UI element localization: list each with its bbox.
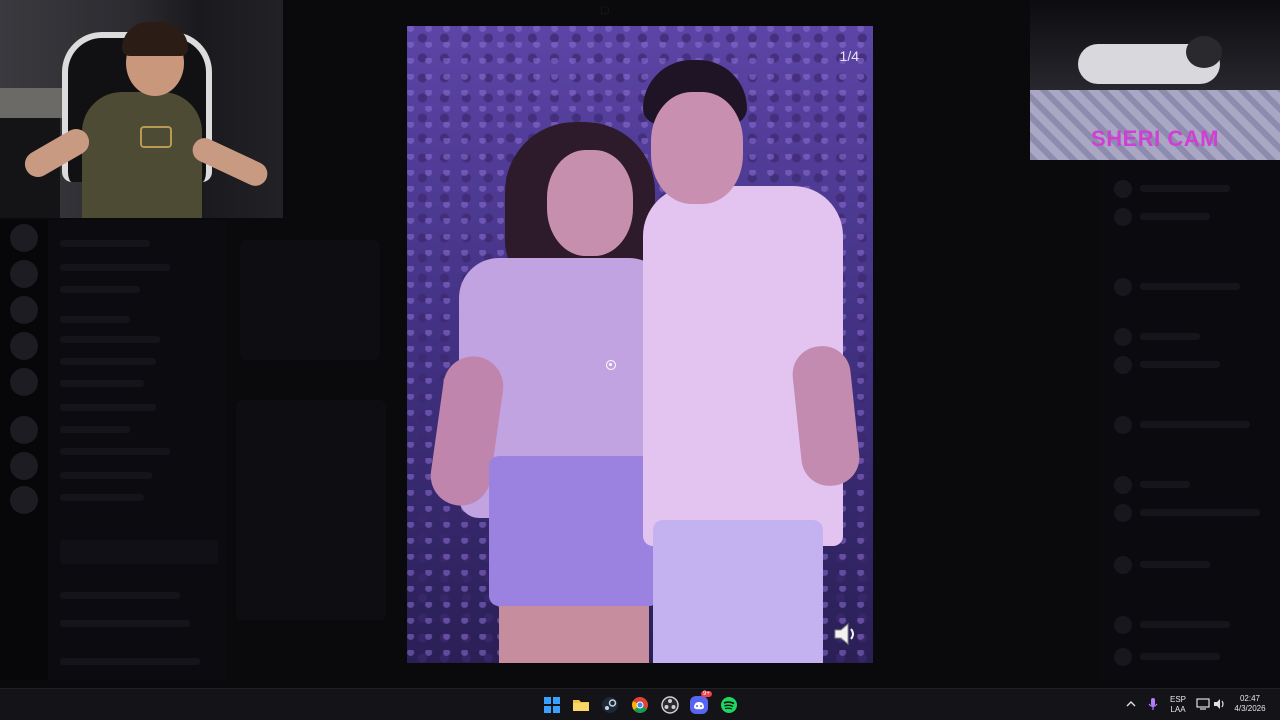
channel-row-blur — [60, 286, 140, 293]
network-icon[interactable] — [1196, 697, 1210, 711]
image-counter: 1/4 — [839, 48, 859, 64]
photo-person-woman — [489, 456, 659, 606]
window-title: ▢ — [600, 5, 610, 16]
volume-icon[interactable] — [829, 618, 861, 650]
discord-badge: 9+ — [701, 691, 712, 697]
spotify-icon[interactable] — [719, 695, 739, 715]
photo-person-woman — [547, 150, 633, 256]
user-panel-blur — [60, 658, 200, 665]
channel-row-blur — [60, 336, 160, 343]
language-code: ESP — [1169, 695, 1186, 704]
discord-icon[interactable]: 9+ — [689, 691, 712, 715]
add-server-icon — [10, 452, 38, 480]
member-list — [1100, 160, 1280, 680]
server-icon — [10, 224, 38, 252]
streamer-shirt — [82, 92, 202, 218]
channel-row-blur — [60, 448, 170, 455]
user-panel-blur — [60, 620, 190, 627]
photo-person-man — [653, 520, 823, 663]
streamer-hair — [122, 22, 188, 56]
image-viewer[interactable]: 1/4 — [407, 26, 873, 663]
channel-list — [48, 220, 226, 680]
keyboard-layout: LAA — [1170, 705, 1186, 714]
taskbar: 9+ ESP LAA 02:47 4/3/2026 — [0, 688, 1280, 720]
server-icon — [10, 296, 38, 324]
file-explorer-icon[interactable] — [571, 695, 591, 715]
channel-row-blur — [60, 404, 156, 411]
streamer-webcam — [0, 0, 283, 218]
server-icon — [10, 260, 38, 288]
user-panel-blur — [60, 592, 180, 599]
clock-date: 4/3/2026 — [1234, 704, 1266, 713]
channel-row-blur — [60, 380, 144, 387]
microphone-icon[interactable] — [1146, 697, 1160, 711]
add-platform-banner — [60, 540, 218, 564]
volume-tray-icon[interactable] — [1212, 697, 1226, 711]
channel-row-blur — [60, 358, 156, 365]
chevron-up-icon[interactable] — [1124, 697, 1138, 711]
chrome-icon[interactable] — [630, 695, 650, 715]
clock-time: 02:47 — [1239, 694, 1261, 703]
channel-row-blur — [60, 472, 152, 479]
language-indicator[interactable]: ESP LAA — [1166, 695, 1190, 715]
server-icon — [10, 332, 38, 360]
explore-icon — [10, 486, 38, 514]
ghost-photo — [236, 400, 386, 620]
sheri-cam-label: SHERI CAM — [1091, 126, 1219, 151]
server-icon — [10, 368, 38, 396]
zoom-cursor-icon — [606, 360, 616, 370]
cat-head — [1186, 36, 1222, 68]
steam-icon[interactable] — [600, 695, 620, 715]
ghost-photo — [240, 240, 380, 360]
channel-row-blur — [60, 494, 144, 501]
windows-start-icon[interactable] — [542, 695, 562, 715]
photo-person-woman — [499, 606, 649, 663]
shirt-logo — [140, 126, 172, 148]
channel-row-blur — [60, 316, 130, 323]
channel-row-blur — [60, 240, 150, 247]
channel-row-blur — [60, 264, 170, 271]
server-rail — [0, 220, 48, 680]
photo-person-man — [651, 92, 743, 204]
channel-row-blur — [60, 426, 130, 433]
obs-icon[interactable] — [660, 695, 680, 715]
clock[interactable]: 02:47 4/3/2026 — [1228, 694, 1272, 714]
sheri-cam-overlay: SHERI CAM — [1030, 0, 1280, 160]
server-icon — [10, 416, 38, 444]
